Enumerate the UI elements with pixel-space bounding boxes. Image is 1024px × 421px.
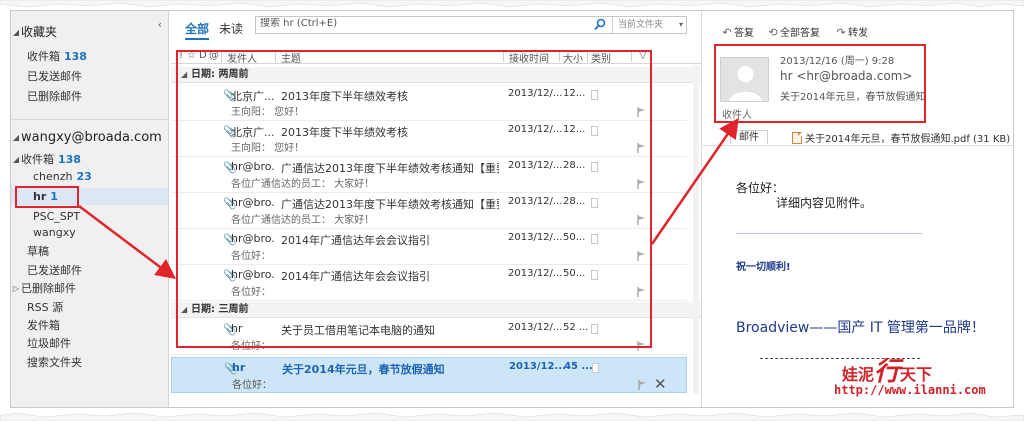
- flag-icon[interactable]: [638, 380, 648, 390]
- fav-item-deleted[interactable]: 已删除邮件: [11, 88, 168, 105]
- filter-unread-tab[interactable]: 未读: [219, 20, 243, 37]
- body-signature: Broadview——国产 IT 管理第一品牌！: [736, 320, 985, 336]
- search-scope-dropdown[interactable]: 当前文件夹 ▾: [612, 17, 686, 33]
- annotation-box-list: [176, 50, 652, 348]
- reply-button[interactable]: ↶ 答复: [720, 24, 754, 39]
- collapsed-triangle-icon[interactable]: ▷: [11, 280, 21, 297]
- reply-icon: ↶: [722, 26, 732, 39]
- filter-all-tab[interactable]: 全部: [185, 20, 210, 40]
- expand-triangle-icon[interactable]: ◢: [11, 24, 21, 41]
- pdf-icon: [792, 132, 802, 144]
- forward-icon: ↷: [836, 26, 846, 39]
- folder-search[interactable]: 搜索文件夹: [11, 354, 168, 371]
- folder-rss[interactable]: RSS 源: [11, 299, 168, 316]
- folder-chenzh[interactable]: chenzh 23: [11, 168, 168, 185]
- chevron-down-icon: ▾: [678, 20, 683, 29]
- message-row-selected[interactable]: 📎 hr 关于2014年元旦，春节放假通知 各位好： 2013/12... 45…: [171, 357, 687, 393]
- favorites-header[interactable]: ◢ 收藏夹: [11, 24, 168, 41]
- divider: [736, 233, 922, 234]
- torn-edge-top: [0, 0, 1024, 8]
- folder-sent[interactable]: 已发送邮件: [11, 262, 168, 279]
- fav-item-inbox[interactable]: 收件箱 138: [11, 48, 168, 65]
- watermark-url: http://www.ilanni.com: [834, 383, 986, 397]
- folder-outbox[interactable]: 发件箱: [11, 317, 168, 334]
- folder-inbox[interactable]: ◢ 收件箱 138: [11, 151, 168, 168]
- message-from: hr: [232, 361, 246, 374]
- search-box[interactable]: 当前文件夹 ▾: [255, 16, 687, 34]
- attachment-file[interactable]: 关于2014年元旦，春节放假通知.pdf (31 KB): [792, 130, 1010, 145]
- category-box[interactable]: [592, 363, 599, 373]
- attachment-bar: 邮件 关于2014年元旦，春节放假通知.pdf (31 KB): [702, 128, 1013, 146]
- search-input[interactable]: [260, 18, 590, 29]
- filter-bar: 全部 未读 当前文件夹 ▾: [171, 11, 701, 40]
- folder-drafts[interactable]: 草稿: [11, 243, 168, 260]
- forward-button[interactable]: ↷ 转发: [834, 24, 868, 39]
- folder-junk[interactable]: 垃圾邮件: [11, 335, 168, 352]
- body-closing: 祝一切顺利!: [736, 262, 791, 273]
- reply-all-icon: ⟲: [768, 26, 778, 39]
- unread-count: 138: [58, 153, 81, 166]
- folder-pane: ‹ ◢ 收藏夹 收件箱 138 已发送邮件 已删除邮件 ◢ wangxy@broada…: [11, 11, 169, 407]
- message-subject: 关于2014年元旦，春节放假通知: [282, 363, 445, 376]
- search-icon[interactable]: [594, 18, 606, 32]
- message-size: 45 ...: [564, 361, 593, 372]
- unread-count: 138: [64, 50, 87, 63]
- folder-psc-spt[interactable]: PSC_SPT: [11, 208, 168, 225]
- delete-icon[interactable]: ✕: [654, 375, 667, 393]
- annotation-box-header: [714, 44, 926, 123]
- expand-triangle-icon[interactable]: ◢: [11, 129, 21, 146]
- folder-wangxy[interactable]: wangxy: [11, 224, 168, 241]
- message-tab[interactable]: 邮件: [730, 130, 768, 144]
- reply-all-button[interactable]: ⟲ 全部答复: [766, 24, 820, 39]
- reading-actions: ↶ 答复 ⟲ 全部答复 ↷ 转发: [702, 11, 1013, 39]
- unread-count: 23: [76, 170, 92, 183]
- body-text: 详细内容见附件。: [776, 196, 873, 210]
- message-preview: 各位好：: [232, 380, 272, 391]
- expand-triangle-icon[interactable]: ◢: [11, 151, 21, 168]
- account-header[interactable]: ◢ wangxy@broada.com: [11, 129, 168, 146]
- list-scrollbar[interactable]: [693, 65, 699, 395]
- divider: [11, 119, 168, 120]
- fav-item-sent[interactable]: 已发送邮件: [11, 68, 168, 85]
- annotation-box-folder: [15, 186, 79, 208]
- message-time: 2013/12...: [509, 361, 566, 372]
- torn-edge-bottom: [0, 412, 1024, 421]
- folder-deleted[interactable]: ▷ 已删除邮件: [11, 280, 168, 297]
